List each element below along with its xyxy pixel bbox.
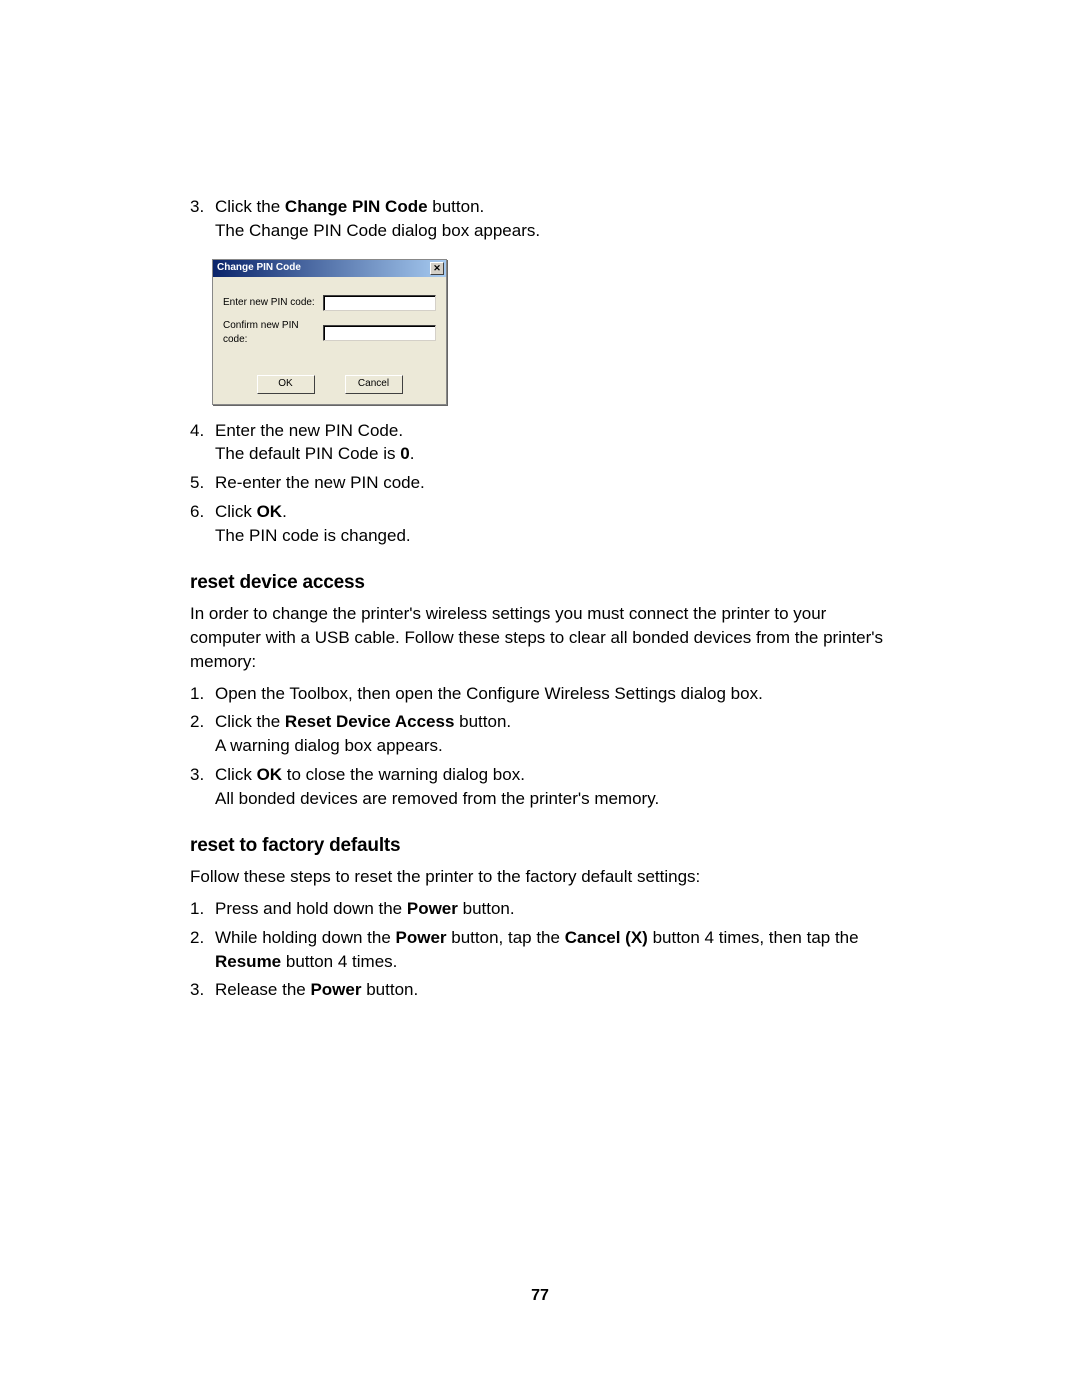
reset-device-access-bold: Reset Device Access: [285, 712, 455, 731]
document-page: 3. Click the Change PIN Code button. The…: [0, 0, 1080, 1002]
step-number: 2.: [190, 710, 204, 734]
confirm-pin-input[interactable]: [323, 325, 436, 341]
reset-access-steps: 1. Open the Toolbox, then open the Confi…: [190, 682, 890, 811]
step-subtext: The Change PIN Code dialog box appears.: [215, 221, 540, 240]
ok-bold: OK: [257, 502, 283, 521]
dialog-titlebar: Change PIN Code ✕: [213, 260, 446, 277]
step-number: 3.: [190, 195, 204, 219]
step-text: Click the: [215, 197, 285, 216]
reset-device-access-heading: reset device access: [190, 570, 890, 597]
enter-pin-label: Enter new PIN code:: [223, 296, 323, 310]
change-pin-dialog: Change PIN Code ✕ Enter new PIN code: Co…: [212, 259, 447, 405]
resume-bold: Resume: [215, 952, 281, 971]
step-number: 6.: [190, 500, 204, 524]
dialog-body: Enter new PIN code: Confirm new PIN code…: [213, 277, 446, 365]
pin-steps-list-cont: 4. Enter the new PIN Code. The default P…: [190, 419, 890, 548]
ok-bold: OK: [257, 765, 283, 784]
enter-pin-input[interactable]: [323, 295, 436, 311]
reset-access-step-3: 3. Click OK to close the warning dialog …: [190, 763, 890, 811]
reset-factory-step-2: 2. While holding down the Power button, …: [190, 926, 890, 974]
power-bold: Power: [310, 980, 361, 999]
cancel-button[interactable]: Cancel: [345, 375, 403, 394]
step-text: Open the Toolbox, then open the Configur…: [215, 684, 763, 703]
confirm-pin-label: Confirm new PIN code:: [223, 319, 323, 347]
reset-factory-heading: reset to factory defaults: [190, 833, 890, 860]
pin-steps-list: 3. Click the Change PIN Code button. The…: [190, 195, 890, 243]
step-number: 4.: [190, 419, 204, 443]
dialog-title: Change PIN Code: [217, 261, 301, 275]
close-icon[interactable]: ✕: [430, 262, 444, 275]
reset-access-intro: In order to change the printer's wireles…: [190, 602, 890, 673]
step-3: 3. Click the Change PIN Code button. The…: [190, 195, 890, 243]
power-bold: Power: [407, 899, 458, 918]
step-number: 1.: [190, 682, 204, 706]
reset-factory-intro: Follow these steps to reset the printer …: [190, 865, 890, 889]
step-subtext: All bonded devices are removed from the …: [215, 789, 659, 808]
step-number: 2.: [190, 926, 204, 950]
step-5: 5. Re-enter the new PIN code.: [190, 471, 890, 495]
reset-factory-steps: 1. Press and hold down the Power button.…: [190, 897, 890, 1002]
reset-factory-step-3: 3. Release the Power button.: [190, 978, 890, 1002]
confirm-pin-row: Confirm new PIN code:: [223, 319, 436, 347]
step-text: Re-enter the new PIN code.: [215, 473, 425, 492]
reset-access-step-2: 2. Click the Reset Device Access button.…: [190, 710, 890, 758]
step-4: 4. Enter the new PIN Code. The default P…: [190, 419, 890, 467]
step-number: 1.: [190, 897, 204, 921]
step-text: Enter the new PIN Code.: [215, 421, 403, 440]
step-number: 5.: [190, 471, 204, 495]
power-bold: Power: [396, 928, 447, 947]
step-number: 3.: [190, 763, 204, 787]
change-pin-code-bold: Change PIN Code: [285, 197, 428, 216]
step-number: 3.: [190, 978, 204, 1002]
page-number: 77: [0, 1287, 1080, 1305]
ok-button[interactable]: OK: [257, 375, 315, 394]
reset-access-step-1: 1. Open the Toolbox, then open the Confi…: [190, 682, 890, 706]
step-6: 6. Click OK. The PIN code is changed.: [190, 500, 890, 548]
enter-pin-row: Enter new PIN code:: [223, 295, 436, 311]
step-subtext: A warning dialog box appears.: [215, 736, 443, 755]
reset-factory-step-1: 1. Press and hold down the Power button.: [190, 897, 890, 921]
dialog-button-row: OK Cancel: [213, 367, 446, 404]
step-subtext: The PIN code is changed.: [215, 526, 411, 545]
default-pin-bold: 0: [400, 444, 409, 463]
cancel-x-bold: Cancel (X): [565, 928, 648, 947]
